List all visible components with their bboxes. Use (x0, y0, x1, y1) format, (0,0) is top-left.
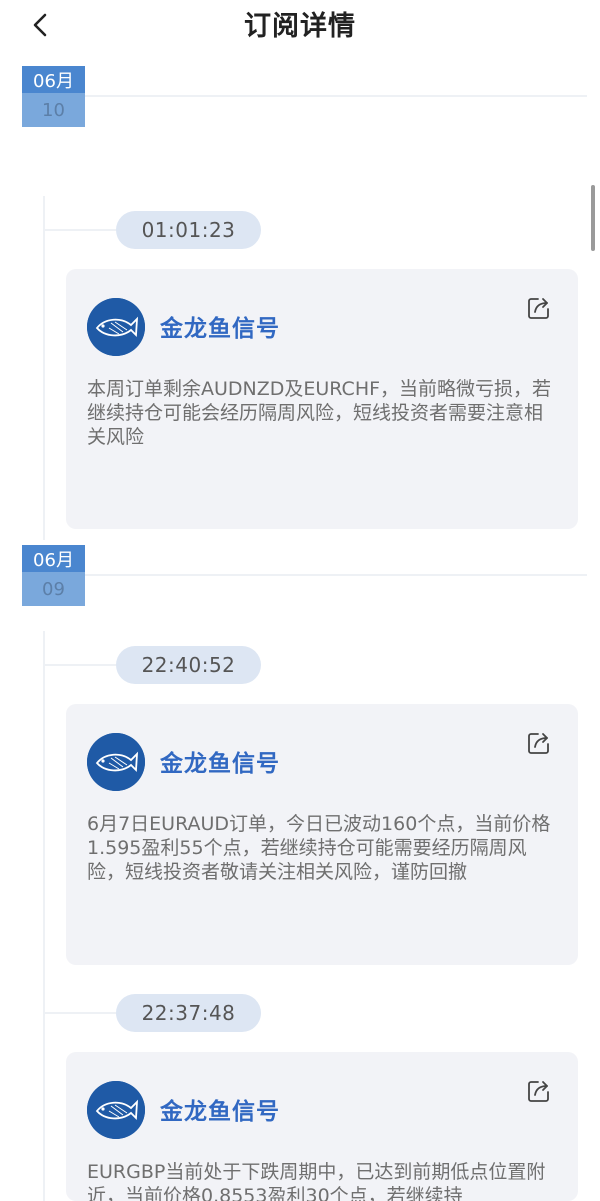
avatar (87, 1081, 145, 1139)
divider (22, 574, 587, 576)
timeline-line (43, 196, 45, 540)
time-pill: 01:01:23 (116, 211, 261, 249)
date-month: 06月 (22, 66, 85, 93)
share-icon[interactable] (526, 1078, 552, 1104)
date-badge: 06月 09 (22, 545, 85, 606)
fish-logo-icon (87, 733, 145, 791)
signal-card[interactable]: 金龙鱼信号 本周订单剩余AUDNZD及EURCHF，当前略微亏损，若继续持仓可能… (66, 269, 578, 529)
signal-name: 金龙鱼信号 (160, 751, 280, 777)
fish-logo-icon (87, 1081, 145, 1139)
time-pill: 22:40:52 (116, 646, 261, 684)
page-title: 订阅详情 (244, 11, 356, 42)
share-icon[interactable] (526, 730, 552, 756)
fish-logo-icon (87, 298, 145, 356)
date-month: 06月 (22, 545, 85, 572)
date-badge: 06月 10 (22, 66, 85, 127)
signal-card[interactable]: 金龙鱼信号 6月7日EURAUD订单，今日已波动160个点，当前价格1.595盈… (66, 704, 578, 965)
signal-message: EURGBP当前处于下跌周期中，已达到前期低点位置附近，当前价格0.8553盈利… (87, 1161, 546, 1201)
time-pill: 22:37:48 (116, 994, 261, 1032)
timeline-connector (44, 1012, 116, 1014)
signal-message: 6月7日EURAUD订单，今日已波动160个点，当前价格1.595盈利55个点，… (87, 813, 551, 883)
scrollbar[interactable] (591, 185, 595, 251)
date-day: 10 (22, 93, 85, 127)
timeline-line (43, 631, 45, 1201)
avatar (87, 733, 145, 791)
signal-message: 本周订单剩余AUDNZD及EURCHF，当前略微亏损，若继续持仓可能会经历隔周风… (87, 378, 552, 448)
signal-name: 金龙鱼信号 (160, 316, 280, 342)
signal-card[interactable]: 金龙鱼信号 EURGBP当前处于下跌周期中，已达到前期低点位置附近，当前价格0.… (66, 1052, 578, 1201)
divider (22, 95, 587, 97)
timeline-connector (44, 664, 116, 666)
timeline-connector (44, 229, 116, 231)
signal-name: 金龙鱼信号 (160, 1099, 280, 1125)
top-bar: 订阅详情 (0, 0, 600, 50)
date-day: 09 (22, 572, 85, 606)
avatar (87, 298, 145, 356)
share-icon[interactable] (526, 295, 552, 321)
